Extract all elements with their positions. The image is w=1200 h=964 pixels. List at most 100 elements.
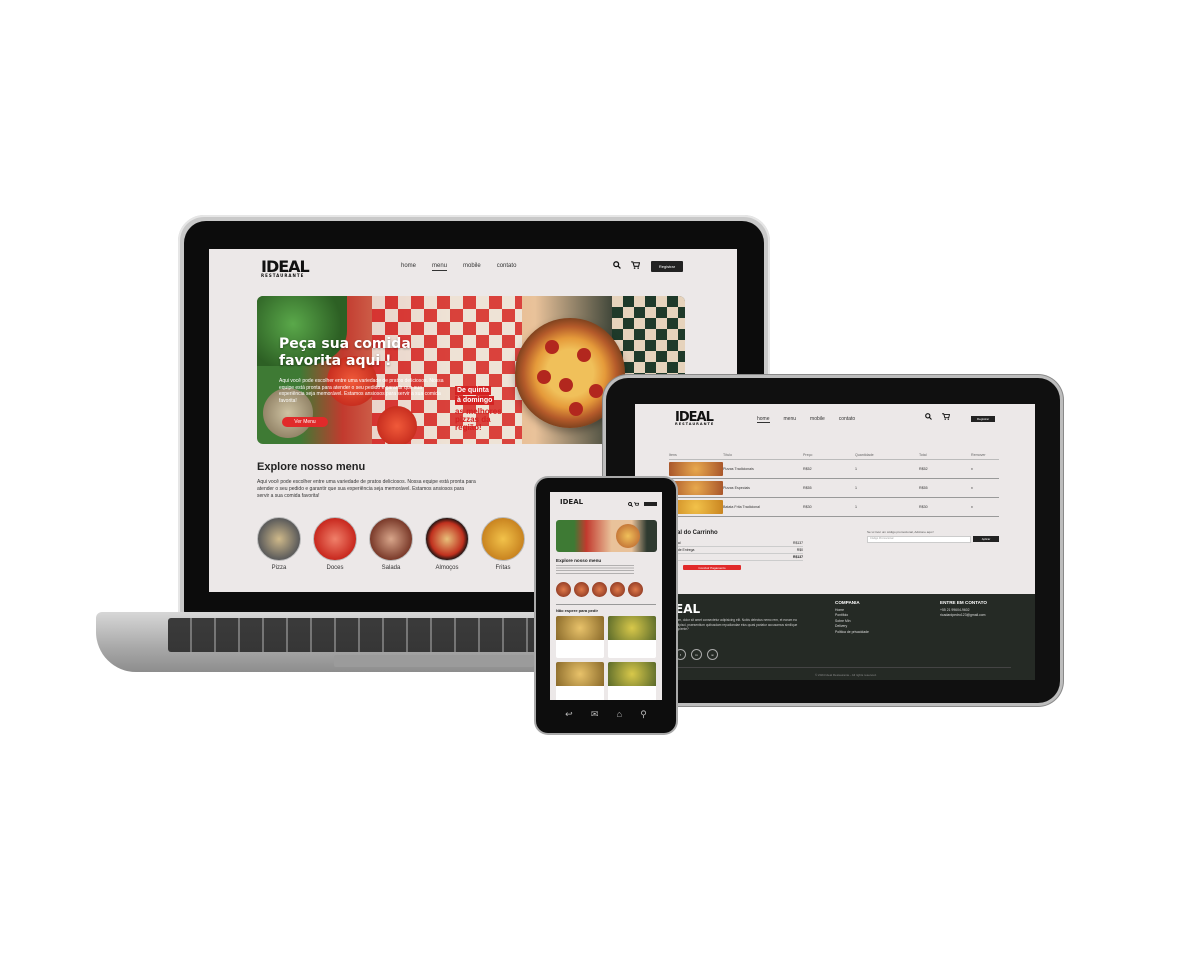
social-links: f in w xyxy=(675,649,718,660)
laptop-logo[interactable]: IDEAL RESTAURANTE xyxy=(261,257,310,278)
category-pizza[interactable]: Pizza xyxy=(257,517,301,571)
logo-subtitle: RESTAURANTE xyxy=(675,422,715,426)
header-remover: Remover xyxy=(971,453,986,457)
item-price: R$52 xyxy=(803,467,812,471)
tablet-screen: IDEAL RESTAURANTE home menu mobile conta… xyxy=(635,404,1035,680)
nav-mobile[interactable]: mobile xyxy=(810,416,825,423)
cart-table: Itens Título Preço Quantidade Total Remo… xyxy=(669,451,999,517)
category-doces-image xyxy=(313,517,357,561)
phone-nav-bar: ↩ ✉ ⌂ ⚲ xyxy=(556,704,656,724)
nav-mobile[interactable]: mobile xyxy=(463,263,481,271)
item-thumbnail xyxy=(669,462,723,476)
category-pizza-image xyxy=(257,517,301,561)
total-line: a de Entrega R$0 xyxy=(675,547,803,554)
item-total: R$55 xyxy=(919,486,928,490)
phone-divider xyxy=(556,604,656,605)
phone-card-list xyxy=(556,662,656,700)
promo-line-3: as melhores pizzas da região! xyxy=(455,407,502,432)
category-almocos[interactable]: Almoços xyxy=(425,517,469,571)
header-total: Total xyxy=(919,453,927,457)
footer-link[interactable]: Politica de privacidade xyxy=(835,630,869,636)
footer-contact-column: ENTRE EM CONTATO +55 21 99604-9602 ricad… xyxy=(940,600,987,619)
footer-company-column: COMPANIA Home Pontifoio Sobre Min Delive… xyxy=(835,600,869,635)
category-salada[interactable] xyxy=(592,582,607,597)
footer-email[interactable]: ricadardpedro123@gmail.com xyxy=(940,613,987,619)
product-card[interactable] xyxy=(608,616,656,658)
remove-item-button[interactable]: x xyxy=(971,486,999,490)
product-card[interactable] xyxy=(556,662,604,700)
header-itens: Itens xyxy=(669,453,677,457)
copyright: © 2024 Ideal Restaurante - All rights re… xyxy=(815,673,877,677)
cart-icon[interactable] xyxy=(634,502,640,507)
nav-contato[interactable]: contato xyxy=(839,416,855,423)
logo-subtitle: RESTAURANTE xyxy=(261,273,305,278)
tablet-logo[interactable]: IDEAL RESTAURANTE xyxy=(675,410,714,426)
nav-home[interactable]: home xyxy=(757,416,770,423)
item-quantity[interactable]: 1 xyxy=(855,486,919,490)
mail-icon[interactable]: ✉ xyxy=(591,709,599,720)
footer-contact-title: ENTRE EM CONTATO xyxy=(940,600,987,605)
phone-category-list xyxy=(556,582,643,597)
item-price: R$30 xyxy=(803,505,812,509)
register-button[interactable] xyxy=(644,502,657,506)
category-fritas[interactable] xyxy=(628,582,643,597)
nav-menu[interactable]: menu xyxy=(784,416,797,423)
item-title: Batata Frita Tradicional xyxy=(723,505,760,509)
cart-totals: tal do Carrinho otal R$137 a de Entrega R$… xyxy=(675,530,803,570)
category-salada[interactable]: Salada xyxy=(369,517,413,571)
search-icon[interactable]: ⚲ xyxy=(640,709,647,720)
back-icon[interactable]: ↩ xyxy=(565,709,573,720)
item-title: Pizzas Tradicionais xyxy=(723,467,754,471)
phone-card-list xyxy=(556,616,656,658)
home-icon[interactable]: ⌂ xyxy=(617,709,622,719)
linkedin-icon[interactable]: in xyxy=(691,649,702,660)
phone-explore-text xyxy=(556,565,634,575)
remove-item-button[interactable]: x xyxy=(971,505,999,509)
total-label: a de Entrega xyxy=(675,548,695,552)
table-row: Batata Frita Tradicional R$30 1 R$30 x xyxy=(669,498,999,517)
product-image xyxy=(556,616,604,640)
category-pizza[interactable] xyxy=(556,582,571,597)
nav-menu[interactable]: menu xyxy=(432,263,448,271)
nav-home[interactable]: home xyxy=(401,263,416,271)
item-price: R$55 xyxy=(803,486,812,490)
item-thumbnail xyxy=(669,500,723,514)
category-almocos[interactable] xyxy=(610,582,625,597)
nav-contato[interactable]: contato xyxy=(497,263,517,271)
tablet-nav: home menu mobile contato xyxy=(757,416,855,423)
table-row: Pizzas Tradicionais R$52 1 R$52 x xyxy=(669,460,999,479)
category-label: Fritas xyxy=(495,565,511,571)
item-quantity[interactable]: 1 xyxy=(855,505,919,509)
item-total: R$52 xyxy=(919,467,928,471)
cart-icon[interactable] xyxy=(631,261,641,271)
checkout-button[interactable]: Concluir Pagamento xyxy=(683,565,741,570)
category-almocos-image xyxy=(425,517,469,561)
ver-menu-button[interactable]: Ver Menu xyxy=(282,417,328,427)
whatsapp-icon[interactable]: w xyxy=(707,649,718,660)
category-doces[interactable] xyxy=(574,582,589,597)
apply-promo-button[interactable]: Aplicar xyxy=(973,536,999,542)
category-label: Almoços xyxy=(435,565,459,571)
cart-table-header: Itens Título Preço Quantidade Total Remo… xyxy=(669,451,999,460)
phone-logo[interactable]: IDEAL xyxy=(560,498,583,506)
category-doces[interactable]: Doces xyxy=(313,517,357,571)
search-icon[interactable] xyxy=(613,261,621,271)
hero-text: Aqui você pode escolher entre uma varied… xyxy=(279,378,444,404)
header-quantidade: Quantidade xyxy=(855,453,874,457)
register-button[interactable]: Registrar xyxy=(651,261,683,272)
remove-item-button[interactable]: x xyxy=(971,467,999,471)
product-card[interactable] xyxy=(608,662,656,700)
item-quantity[interactable]: 1 xyxy=(855,467,919,471)
promo-code-input[interactable]: Código Promocional xyxy=(867,536,971,543)
product-card[interactable] xyxy=(556,616,604,658)
search-icon[interactable] xyxy=(925,413,932,422)
total-value: R$0 xyxy=(796,548,803,552)
footer: EAL sum, dolor sit amet consectetur adip… xyxy=(635,594,1035,680)
register-button[interactable]: Registrar xyxy=(971,416,995,422)
category-fritas[interactable]: Fritas xyxy=(481,517,525,571)
promo-badge: De quinta à domingo as melhores pizzas d… xyxy=(455,386,515,432)
cart-icon[interactable] xyxy=(942,413,951,422)
facebook-icon[interactable]: f xyxy=(675,649,686,660)
phone-header-icons xyxy=(628,502,640,508)
search-icon[interactable] xyxy=(628,502,633,507)
